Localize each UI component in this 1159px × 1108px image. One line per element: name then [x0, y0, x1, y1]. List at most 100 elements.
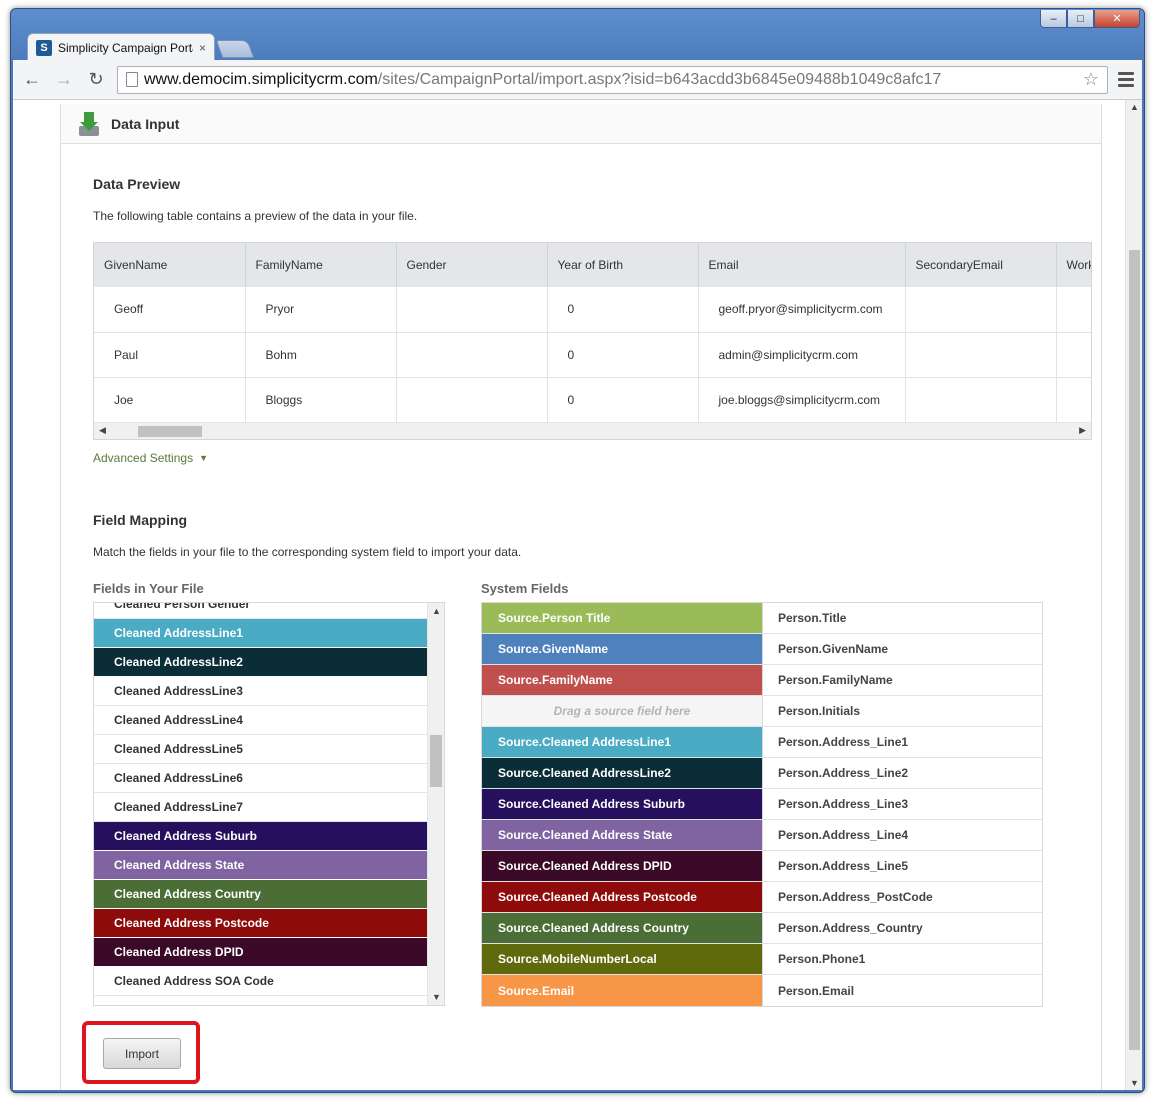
data-preview-table: GivenName FamilyName Gender Year of Birth Em… [93, 242, 1092, 440]
mapped-source-field[interactable]: Source.Email [482, 975, 763, 1006]
star-icon[interactable]: ☆ [1083, 69, 1099, 90]
scrollbar-thumb[interactable] [1129, 250, 1140, 1050]
mapped-source-field[interactable]: Source.Cleaned Address State [482, 820, 763, 850]
file-field-item[interactable]: Cleaned AddressLine3 [94, 677, 427, 706]
tab-strip: S Simplicity Campaign Portal × [27, 30, 255, 61]
table-cell: joe.bloggs@simplicitycrm.com [698, 377, 906, 423]
mapped-source-field[interactable]: Source.Cleaned AddressLine2 [482, 758, 763, 788]
file-field-item[interactable]: Cleaned Address Suburb [94, 822, 427, 851]
file-field-item[interactable]: Cleaned Person Gender [94, 603, 427, 619]
panel-header: Data Input [61, 104, 1101, 144]
table-cell [1056, 332, 1091, 378]
mapped-source-field[interactable]: Source.Person Title [482, 603, 763, 633]
address-bar[interactable]: www.democim.simplicitycrm.com/sites/Camp… [117, 65, 1108, 94]
system-field-row: Source.MobileNumberLocal Person.Phone1 [482, 944, 1042, 975]
mapped-source-field[interactable]: Source.Cleaned Address Country [482, 913, 763, 943]
file-field-item[interactable]: Cleaned AddressLine1 [94, 619, 427, 648]
system-field-name: Person.Address_Line4 [778, 828, 909, 842]
system-field-row: Source.FamilyName Person.FamilyName [482, 665, 1042, 696]
data-preview-description: The following table contains a preview o… [93, 209, 418, 223]
file-field-item[interactable]: Cleaned Address SOA Code [94, 967, 427, 996]
file-field-item[interactable]: Cleaned AddressLine7 [94, 793, 427, 822]
horizontal-scrollbar[interactable]: ◀ ▶ [94, 422, 1091, 439]
table-cell: geoff.pryor@simplicitycrm.com [698, 287, 906, 333]
scroll-right-icon[interactable]: ▶ [1079, 425, 1086, 436]
system-field-row: Source.Cleaned Address State Person.Addre… [482, 820, 1042, 851]
mapped-source-field[interactable]: Source.MobileNumberLocal [482, 944, 763, 974]
column-header: FamilyName [245, 243, 397, 287]
system-field-name: Person.Address_Line5 [778, 859, 909, 873]
drop-target-slot[interactable]: Drag a source field here [482, 696, 763, 726]
scroll-up-icon[interactable]: ▲ [432, 606, 441, 616]
mapped-source-field[interactable]: Source.FamilyName [482, 665, 763, 695]
forward-icon[interactable]: → [53, 69, 75, 90]
file-field-item[interactable]: Cleaned AddressLine4 [94, 706, 427, 735]
advanced-settings-link[interactable]: Advanced Settings ▼ [93, 451, 208, 465]
system-fields-table: Source.Person Title Person.Title Source.Gi… [481, 602, 1043, 1007]
system-field-name: Person.Address_Line2 [778, 766, 909, 780]
column-header: GivenName [94, 243, 246, 287]
system-field-name: Person.FamilyName [778, 673, 893, 687]
table-cell [1056, 287, 1091, 333]
reload-icon[interactable]: ↻ [85, 69, 107, 90]
chevron-down-icon: ▼ [199, 453, 208, 463]
table-cell: Geoff [94, 287, 246, 333]
system-field-name: Person.Phone1 [778, 952, 866, 966]
fields-in-file-label: Fields in Your File [93, 581, 204, 596]
import-button[interactable]: Import [103, 1038, 181, 1069]
file-field-item[interactable]: Cleaned AddressLine2 [94, 648, 427, 677]
tab-close-icon[interactable]: × [199, 41, 206, 55]
page-scrollbar[interactable]: ▲ ▼ [1125, 100, 1142, 1090]
mapped-source-field[interactable]: Source.Cleaned Address Suburb [482, 789, 763, 819]
mapped-source-field[interactable]: Source.Cleaned AddressLine1 [482, 727, 763, 757]
maximize-icon[interactable]: □ [1067, 10, 1094, 28]
file-field-item[interactable]: Cleaned Address DPID [94, 938, 427, 967]
scroll-up-icon[interactable]: ▲ [1130, 102, 1139, 112]
new-tab-button[interactable] [215, 40, 255, 58]
table-cell: 0 [547, 287, 699, 333]
data-input-icon [77, 111, 101, 136]
column-header: Year of Birth [547, 243, 699, 287]
table-cell: 0 [547, 332, 699, 378]
tab-title: Simplicity Campaign Portal [58, 40, 193, 55]
system-field-row: Source.GivenName Person.GivenName [482, 634, 1042, 665]
window-controls: – □ ✕ [1040, 10, 1140, 28]
browser-window: – □ ✕ S Simplicity Campaign Portal × ← →… [10, 8, 1145, 1093]
system-field-name: Person.GivenName [778, 642, 889, 656]
url-text[interactable]: www.democim.simplicitycrm.com/sites/Camp… [144, 71, 1077, 89]
system-field-name: Person.Initials [778, 704, 861, 718]
file-field-item[interactable]: Cleaned Address Postcode [94, 909, 427, 938]
panel-title: Data Input [111, 115, 180, 132]
system-field-name: Person.Title [778, 611, 847, 625]
file-field-item[interactable]: Cleaned Address State [94, 851, 427, 880]
list-scrollbar[interactable]: ▲ ▼ [427, 603, 444, 1005]
back-icon[interactable]: ← [21, 69, 43, 90]
file-field-item[interactable]: Cleaned AddressLine6 [94, 764, 427, 793]
file-field-item[interactable]: Cleaned AddressLine5 [94, 735, 427, 764]
column-header: Gender [396, 243, 548, 287]
scroll-left-icon[interactable]: ◀ [99, 425, 106, 436]
system-fields-label: System Fields [481, 581, 569, 596]
table-cell: Bohm [245, 332, 397, 378]
table-cell [396, 287, 548, 333]
menu-icon[interactable] [1118, 72, 1134, 87]
close-window-icon[interactable]: ✕ [1094, 10, 1140, 28]
scroll-down-icon[interactable]: ▼ [1130, 1078, 1139, 1088]
browser-tab[interactable]: S Simplicity Campaign Portal × [27, 33, 215, 61]
file-field-item[interactable]: Cleaned Address Country [94, 880, 427, 909]
column-header: SecondaryEmail [905, 243, 1057, 287]
mapped-source-field[interactable]: Source.GivenName [482, 634, 763, 664]
table-cell [905, 377, 1057, 423]
scrollbar-thumb[interactable] [138, 426, 202, 437]
table-cell [905, 332, 1057, 378]
system-field-row: Source.Cleaned Address DPID Person.Addres… [482, 851, 1042, 882]
mapped-source-field[interactable]: Source.Cleaned Address DPID [482, 851, 763, 881]
minimize-icon[interactable]: – [1040, 10, 1067, 28]
system-field-name: Person.Address_Country [778, 921, 923, 935]
advanced-settings-label: Advanced Settings [93, 451, 194, 465]
browser-toolbar: ← → ↻ www.democim.simplicitycrm.com/site… [13, 60, 1142, 100]
table-cell [396, 332, 548, 378]
scroll-down-icon[interactable]: ▼ [432, 992, 441, 1002]
scrollbar-thumb[interactable] [430, 735, 442, 787]
mapped-source-field[interactable]: Source.Cleaned Address Postcode [482, 882, 763, 912]
